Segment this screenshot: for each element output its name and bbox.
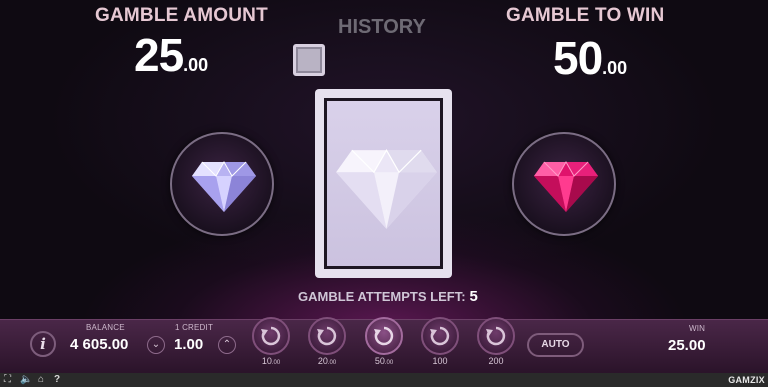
gamble-amount-dec: .00	[183, 55, 209, 75]
credit-value: 1.00	[174, 336, 204, 353]
bet-label-20: 20.00	[307, 356, 347, 366]
bet-label-200: 200	[476, 356, 516, 366]
footer-bar: ⛶ 🔈 ⌂ ? GAMZIX	[0, 373, 768, 387]
info-icon: i	[40, 335, 46, 353]
info-button[interactable]: i	[30, 331, 56, 357]
fullscreen-icon[interactable]: ⛶	[4, 374, 11, 386]
bet-label-main: 200	[488, 356, 504, 366]
chevron-down-icon: ⌄	[151, 339, 161, 350]
white-diamond-button[interactable]	[170, 132, 274, 236]
bet-label-small: .00	[271, 360, 281, 366]
help-icon[interactable]: ?	[54, 374, 60, 386]
gamble-attempts-value: 5	[469, 288, 478, 305]
credit-label: 1 CREDIT	[175, 323, 214, 332]
bet-label-main: 10	[261, 356, 272, 366]
gamble-to-win-dec: .00	[602, 58, 628, 78]
bet-label-small: .00	[384, 360, 394, 366]
gamble-to-win-value: 50.00	[553, 31, 627, 85]
bet-label-100: 100	[420, 356, 460, 366]
win-label: WIN	[689, 324, 706, 333]
bet-button-10[interactable]	[252, 317, 290, 355]
gamble-attempts-label: GAMBLE ATTEMPTS LEFT:	[298, 289, 466, 304]
pink-diamond-button[interactable]	[512, 132, 616, 236]
card-face	[324, 98, 443, 269]
replay-icon	[374, 326, 394, 346]
card-diamond-icon	[336, 148, 437, 229]
gamble-to-win-label: GAMBLE TO WIN	[506, 5, 665, 26]
gamble-amount-label: GAMBLE AMOUNT	[95, 5, 268, 26]
balance-value: 4 605.00	[70, 336, 129, 353]
credit-down-button[interactable]: ⌄	[147, 336, 165, 354]
gamble-amount-value: 25.00	[134, 28, 208, 82]
bet-button-200[interactable]	[477, 317, 515, 355]
bet-label-small: .00	[327, 360, 337, 366]
replay-icon	[317, 326, 337, 346]
chevron-up-icon: ⌃	[222, 339, 232, 350]
auto-button[interactable]: AUTO	[527, 333, 584, 357]
replay-icon	[261, 326, 281, 346]
history-label: HISTORY	[338, 16, 426, 38]
gamble-card	[315, 89, 452, 278]
bet-label-50: 50.00	[364, 356, 404, 366]
bet-label-10: 10.00	[251, 356, 291, 366]
bet-label-main: 20	[317, 356, 328, 366]
win-value: 25.00	[668, 337, 706, 354]
gamble-to-win-int: 50	[553, 32, 603, 84]
sound-icon[interactable]: 🔈	[20, 374, 32, 386]
bet-button-20[interactable]	[308, 317, 346, 355]
bet-button-50[interactable]	[365, 317, 403, 355]
home-icon[interactable]: ⌂	[38, 374, 44, 386]
history-card-slot	[293, 44, 325, 76]
gamble-amount-int: 25	[134, 29, 184, 81]
pink-diamond-icon	[534, 160, 598, 212]
bet-label-main: 50	[374, 356, 385, 366]
brand-logo: GAMZIX	[728, 375, 765, 385]
replay-icon	[430, 326, 450, 346]
bet-button-100[interactable]	[421, 317, 459, 355]
bet-label-main: 100	[432, 356, 448, 366]
gamble-attempts: GAMBLE ATTEMPTS LEFT: 5	[298, 288, 478, 305]
replay-icon	[486, 326, 506, 346]
credit-up-button[interactable]: ⌃	[218, 336, 236, 354]
white-diamond-icon	[192, 160, 256, 212]
balance-label: BALANCE	[86, 323, 125, 332]
